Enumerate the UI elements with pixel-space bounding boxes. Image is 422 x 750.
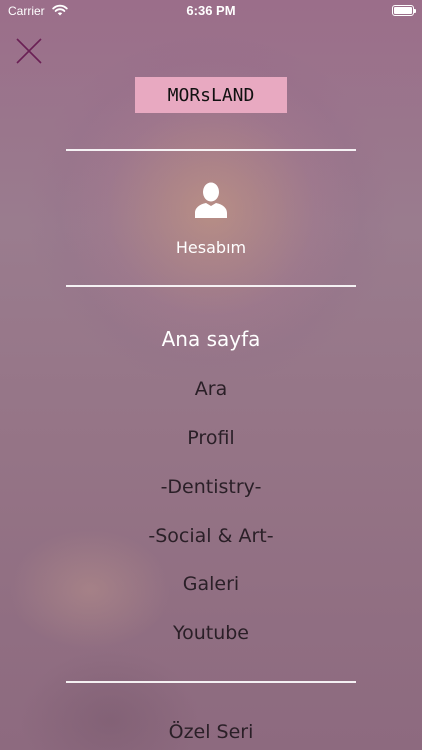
divider-middle [66, 285, 356, 287]
menu-item-youtube[interactable]: Youtube [0, 622, 422, 644]
logo-text: MORsLAND [167, 84, 255, 106]
account-label[interactable]: Hesabım [0, 238, 422, 257]
close-icon [16, 38, 42, 64]
divider-bottom [66, 681, 356, 683]
close-button[interactable] [14, 36, 44, 66]
battery-icon [392, 5, 416, 16]
menu-item-dentistry[interactable]: -Dentistry- [0, 476, 422, 498]
menu-item-social-art[interactable]: -Social & Art- [0, 525, 422, 547]
app-logo: MORsLAND [135, 77, 287, 113]
menu-item-special-series[interactable]: Özel Seri [0, 721, 422, 743]
status-time: 6:36 PM [186, 3, 236, 18]
menu-item-gallery[interactable]: Galeri [0, 573, 422, 595]
divider-top [66, 149, 356, 151]
status-bar: Carrier 6:36 PM [0, 0, 422, 22]
menu-item-home[interactable]: Ana sayfa [0, 327, 422, 351]
person-icon[interactable] [194, 182, 228, 218]
menu-item-profile[interactable]: Profil [0, 427, 422, 449]
menu-item-search[interactable]: Ara [0, 378, 422, 400]
